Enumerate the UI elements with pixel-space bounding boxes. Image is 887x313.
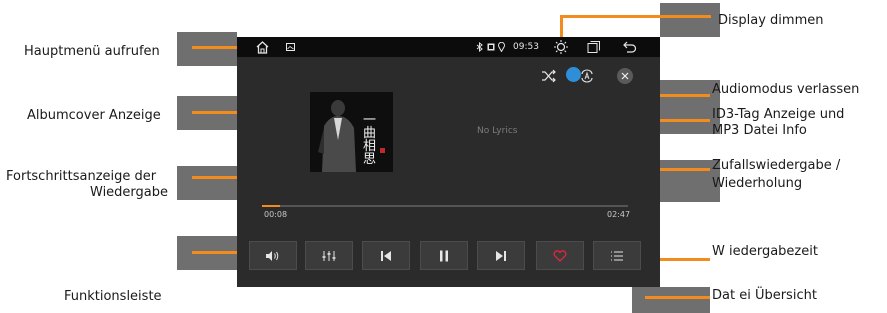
status-clock: 09:53 [513, 42, 539, 52]
label-shuffle-line2: Wiederholung [712, 176, 803, 191]
album-title-art: 一曲相思 [363, 113, 377, 167]
back-icon[interactable] [622, 40, 637, 54]
sim-icon [487, 43, 495, 51]
bluetooth-icon [476, 42, 483, 52]
callout-box-shuffle [660, 160, 720, 202]
label-id3-line2: MP3 Datei Info [712, 123, 807, 138]
gallery-icon[interactable] [286, 43, 295, 51]
heart-icon [553, 249, 567, 262]
label-id3-line1: ID3-Tag Anzeige und [712, 107, 845, 122]
callout-box-file-overview [632, 287, 710, 313]
callout-box-main-menu [177, 32, 237, 66]
label-file-overview: Dat ei Übersicht [712, 288, 817, 303]
label-progress-line2: Wiedergabe [90, 185, 169, 200]
label-audio-exit: Audiomodus verlassen [712, 82, 860, 97]
home-icon[interactable] [255, 40, 270, 55]
music-player-screen: 09:53 一曲相思 No Lyrics 00:08 02:47 [237, 37, 660, 287]
callout-box-display-dim [660, 3, 720, 37]
equalizer-button[interactable] [305, 241, 353, 270]
callout-line-display-dim-down [560, 15, 563, 37]
equalizer-icon [322, 250, 336, 261]
next-track-icon [496, 250, 506, 261]
previous-track-button[interactable] [362, 241, 410, 270]
location-icon [498, 42, 505, 52]
status-bar: 09:53 [237, 37, 660, 57]
callout-line-file-overview [645, 296, 710, 299]
elapsed-time: 00:08 [264, 210, 288, 219]
favorite-button[interactable] [536, 241, 584, 270]
total-time: 02:47 [607, 210, 631, 219]
repeat-toggle-icon[interactable] [579, 69, 595, 83]
volume-icon [266, 250, 279, 261]
brightness-icon[interactable] [553, 39, 569, 55]
label-album-cover: Albumcover Anzeige [27, 108, 161, 123]
label-playtime: W iedergabezeit [712, 244, 818, 259]
label-function-bar: Funktionsleiste [64, 289, 162, 304]
album-cover: 一曲相思 [310, 92, 393, 172]
label-shuffle-line1: Zufallswiedergabe / [712, 158, 841, 173]
progress-fill [262, 205, 281, 207]
lyrics-placeholder: No Lyrics [477, 126, 518, 136]
next-track-button[interactable] [477, 241, 525, 270]
previous-track-icon [381, 250, 391, 261]
close-icon[interactable] [621, 72, 629, 80]
callout-line-display-dim [561, 15, 711, 18]
callout-line-shuffle [652, 168, 710, 171]
label-progress-line1: Fortschrittsanzeige der [6, 169, 157, 184]
pause-icon [440, 250, 448, 261]
callout-box-progress [177, 166, 237, 200]
callout-box-id3 [660, 112, 720, 134]
pause-button[interactable] [420, 241, 468, 270]
recent-apps-icon[interactable] [587, 40, 601, 54]
playlist-icon [611, 250, 623, 261]
volume-button[interactable] [249, 241, 297, 270]
shuffle-icon[interactable] [541, 69, 557, 83]
label-display-dim: Display dimmen [718, 13, 824, 28]
progress-track[interactable] [262, 205, 628, 207]
label-main-menu: Hauptmenü aufrufen [24, 44, 160, 59]
playlist-button[interactable] [593, 241, 641, 270]
